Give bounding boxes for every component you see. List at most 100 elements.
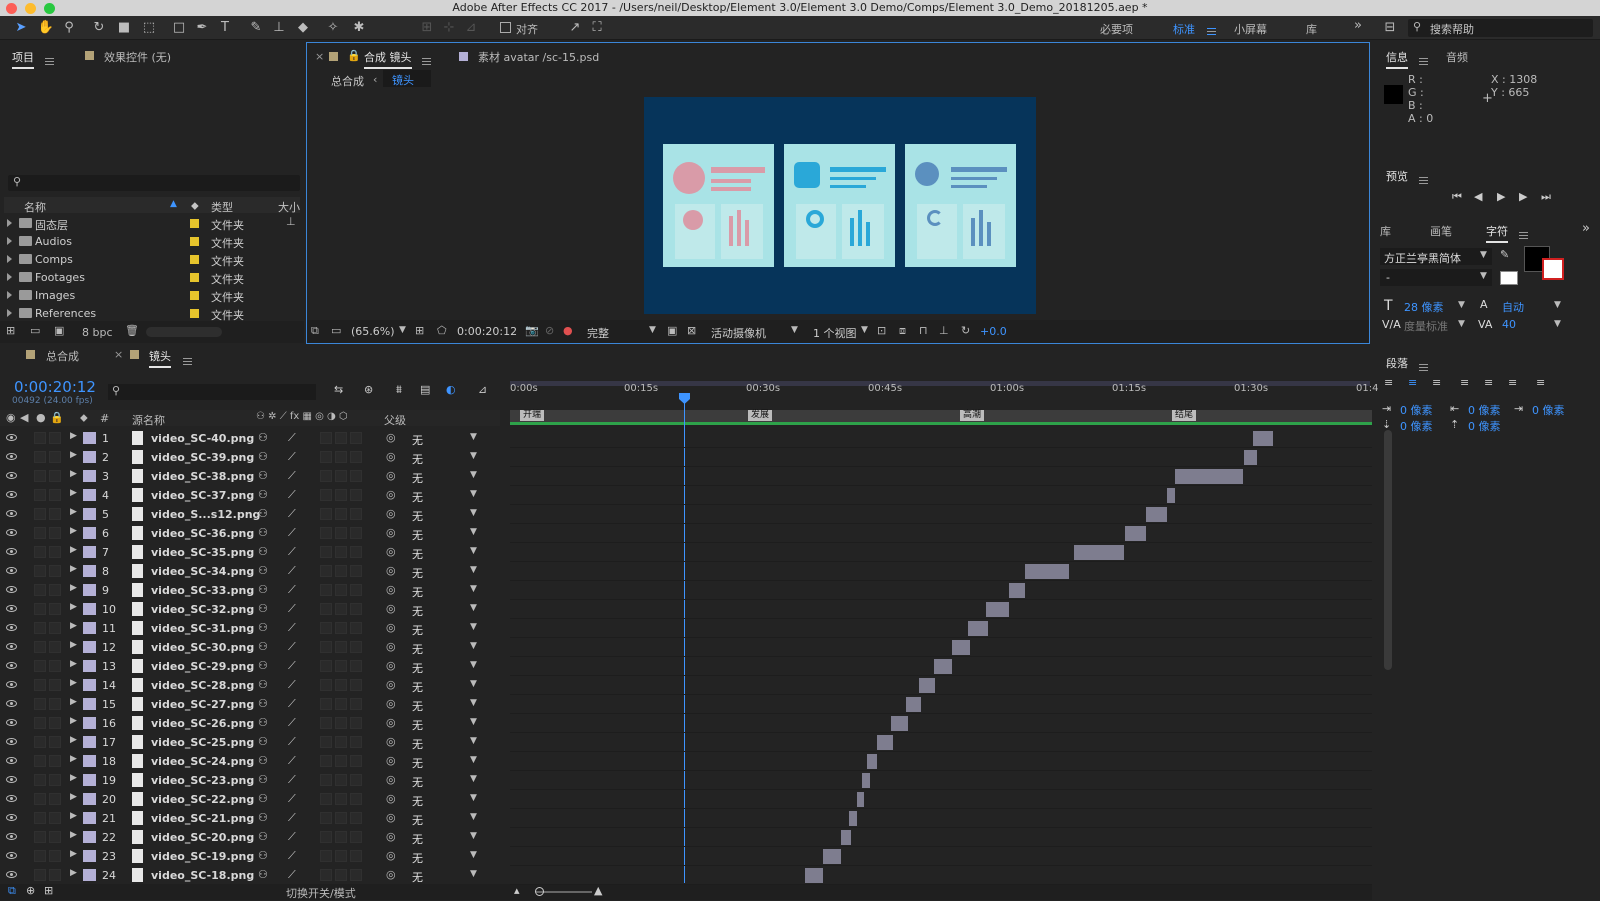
visibility-eye-icon[interactable] xyxy=(6,738,17,745)
lock-toggle[interactable] xyxy=(49,660,61,672)
parent-select[interactable]: 无 ▼ xyxy=(404,697,482,713)
label-column-icon[interactable]: ⬥ xyxy=(80,411,88,425)
layer-row[interactable]: ▶ 4 video_SC-37.png ⚇ ⟋ ◎ 无 ▼ xyxy=(0,486,500,505)
layer-label-color[interactable] xyxy=(83,584,96,596)
layer-name[interactable]: video_SC-20.png xyxy=(151,831,254,844)
show-snapshot-icon[interactable]: ⊘ xyxy=(545,324,554,337)
tab-character[interactable]: 字符 xyxy=(1486,223,1508,243)
layer-duration-bar[interactable] xyxy=(891,716,908,731)
parent-select[interactable]: 无 ▼ xyxy=(404,811,482,827)
adjustment-switch[interactable] xyxy=(350,527,362,539)
motion-blur-switch[interactable] xyxy=(335,774,347,786)
parent-select[interactable]: 无 ▼ xyxy=(404,735,482,751)
pickwhip-icon[interactable]: ◎ xyxy=(386,526,396,539)
effect-switch[interactable] xyxy=(320,660,332,672)
lock-toggle[interactable] xyxy=(49,432,61,444)
shy-switch-icon[interactable]: ⚇ xyxy=(258,659,268,672)
effect-switch[interactable] xyxy=(320,793,332,805)
info-menu-icon[interactable] xyxy=(1414,54,1428,67)
timeline-timecode[interactable]: 0:00:20:12 xyxy=(14,378,96,396)
shy-switch-icon[interactable]: ⚇ xyxy=(258,431,268,444)
solo-toggle[interactable] xyxy=(34,679,46,691)
workspace-menu-icon[interactable] xyxy=(1202,24,1216,37)
project-menu-icon[interactable] xyxy=(40,54,54,67)
layer-duration-bar[interactable] xyxy=(985,602,1009,617)
solo-toggle[interactable] xyxy=(34,641,46,653)
layer-duration-bar[interactable] xyxy=(1243,450,1257,465)
comp-marker[interactable]: 高潮 xyxy=(960,410,985,421)
layer-name[interactable]: video_S...s12.png xyxy=(151,508,260,521)
motion-blur-icon[interactable]: ◐ xyxy=(446,383,456,396)
layer-row[interactable]: ▶ 19 video_SC-23.png ⚇ ⟋ ◎ 无 ▼ xyxy=(0,771,500,790)
visibility-eye-icon[interactable] xyxy=(6,453,17,460)
solo-toggle[interactable] xyxy=(34,831,46,843)
visibility-eye-icon[interactable] xyxy=(6,814,17,821)
visibility-eye-icon[interactable] xyxy=(6,852,17,859)
effect-switch[interactable] xyxy=(320,622,332,634)
play-icon[interactable]: ▶ xyxy=(1497,190,1505,203)
visibility-eye-icon[interactable] xyxy=(6,643,17,650)
quality-switch-icon[interactable]: ⟋ xyxy=(288,849,296,863)
layer-name[interactable]: video_SC-27.png xyxy=(151,698,254,711)
justify-all-icon[interactable]: ≡ xyxy=(1536,376,1545,389)
quality-switch-icon[interactable]: ⟋ xyxy=(288,488,296,502)
solo-toggle[interactable] xyxy=(34,869,46,881)
solo-toggle[interactable] xyxy=(34,527,46,539)
thumbnail-slider[interactable] xyxy=(146,327,222,337)
motion-blur-switch[interactable] xyxy=(335,755,347,767)
shy-switch-icon[interactable]: ⚇ xyxy=(258,830,268,843)
label-column-icon[interactable]: ⬥ xyxy=(191,199,199,213)
layer-row[interactable]: ▶ 15 video_SC-27.png ⚇ ⟋ ◎ 无 ▼ xyxy=(0,695,500,714)
expand-triangle-icon[interactable]: ▶ xyxy=(70,659,77,669)
lock-toggle[interactable] xyxy=(49,679,61,691)
resolution-select[interactable]: 完整 xyxy=(587,325,609,341)
solo-switch-icon[interactable]: ● xyxy=(36,411,46,424)
effect-switch[interactable] xyxy=(320,527,332,539)
adjustment-switch[interactable] xyxy=(350,660,362,672)
eraser-tool-icon[interactable]: ◆ xyxy=(294,19,312,37)
visibility-eye-icon[interactable] xyxy=(6,662,17,669)
quality-switch-icon[interactable]: ⟋ xyxy=(288,754,296,768)
comp-marker[interactable]: 发展 xyxy=(748,410,773,421)
shy-switch-icon[interactable]: ⚇ xyxy=(258,735,268,748)
layer-duration-bar[interactable] xyxy=(805,868,823,883)
layer-row[interactable]: ▶ 24 video_SC-18.png ⚇ ⟋ ◎ 无 ▼ xyxy=(0,866,500,885)
timeline-scrollbar[interactable] xyxy=(1384,430,1392,670)
justify-center-icon[interactable]: ≡ xyxy=(1484,376,1493,389)
project-item[interactable]: 固态层 文件夹 xyxy=(4,215,300,233)
shy-switch-icon[interactable]: ⚇ xyxy=(258,545,268,558)
space-before-value[interactable]: 0 像素 xyxy=(1400,418,1433,434)
region-of-interest-icon[interactable]: ▣ xyxy=(667,324,677,337)
expand-triangle-icon[interactable]: ▶ xyxy=(70,773,77,783)
layer-duration-bar[interactable] xyxy=(968,621,988,636)
parent-select[interactable]: 无 ▼ xyxy=(404,773,482,789)
timeline-menu-icon[interactable] xyxy=(178,354,192,367)
next-frame-icon[interactable]: ▶ xyxy=(1519,190,1527,203)
layer-name[interactable]: video_SC-38.png xyxy=(151,470,254,483)
pickwhip-icon[interactable]: ◎ xyxy=(386,849,396,862)
visibility-eye-icon[interactable] xyxy=(6,719,17,726)
align-left-icon[interactable]: ≡ xyxy=(1384,376,1393,389)
quality-switch-icon[interactable]: ⟋ xyxy=(288,697,296,711)
adjustment-switch[interactable] xyxy=(350,736,362,748)
layer-duration-bar[interactable] xyxy=(866,754,877,769)
pickwhip-icon[interactable]: ◎ xyxy=(386,754,396,767)
zoom-slider[interactable] xyxy=(536,891,592,893)
layer-row[interactable]: ▶ 14 video_SC-28.png ⚇ ⟋ ◎ 无 ▼ xyxy=(0,676,500,695)
quality-switch-icon[interactable]: ⟋ xyxy=(288,431,296,445)
solo-toggle[interactable] xyxy=(34,850,46,862)
fill-swatch[interactable] xyxy=(1500,271,1518,285)
parent-select[interactable]: 无 ▼ xyxy=(404,431,482,447)
adjustment-switch[interactable] xyxy=(350,451,362,463)
motion-blur-switch[interactable] xyxy=(335,698,347,710)
safe-margins-icon[interactable]: ⊞ xyxy=(415,324,424,337)
effect-switch[interactable] xyxy=(320,755,332,767)
lock-toggle[interactable] xyxy=(49,812,61,824)
lock-toggle[interactable] xyxy=(49,451,61,463)
effect-switch[interactable] xyxy=(320,641,332,653)
parent-select[interactable]: 无 ▼ xyxy=(404,640,482,656)
col-name[interactable]: 名称 xyxy=(24,199,46,215)
layer-label-color[interactable] xyxy=(83,527,96,539)
local-axis-icon[interactable]: ⊞ xyxy=(418,19,436,37)
expand-triangle-icon[interactable]: ▶ xyxy=(70,526,77,536)
